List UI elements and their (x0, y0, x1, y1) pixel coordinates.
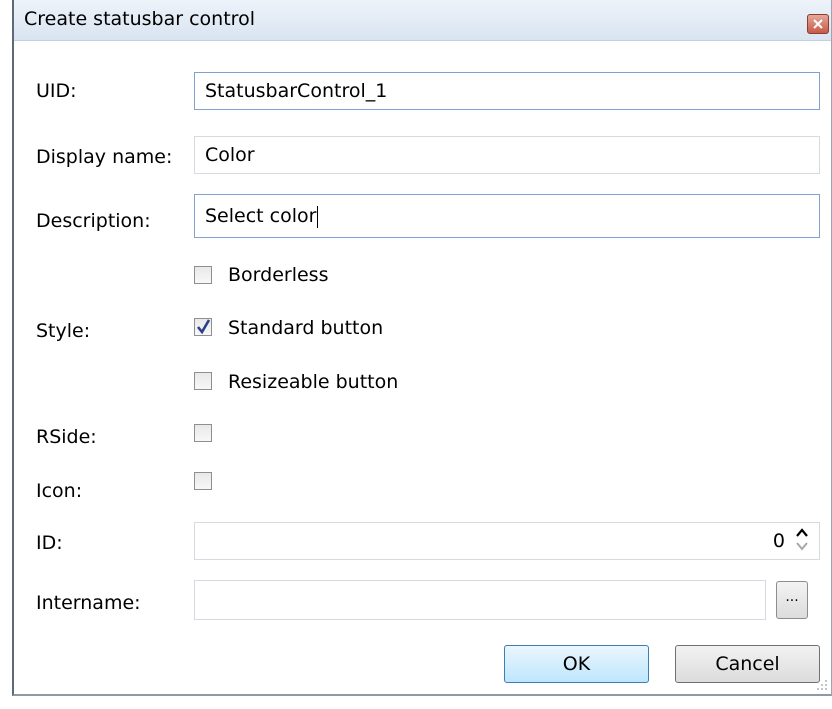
ok-button[interactable]: OK (504, 645, 649, 683)
resizeable-button-label: Resizeable button (228, 371, 399, 393)
id-numeric-input[interactable] (194, 522, 820, 560)
cancel-button[interactable]: Cancel (675, 645, 820, 683)
display-name-label: Display name: (36, 146, 173, 168)
title-bar: Create statusbar control (14, 0, 831, 41)
intername-label: Intername: (36, 592, 141, 614)
intername-input[interactable] (194, 580, 766, 620)
create-statusbar-control-dialog: Create statusbar control UID: StatusbarC… (12, 0, 832, 696)
description-label: Description: (36, 210, 151, 232)
borderless-label: Borderless (228, 264, 329, 286)
browse-button[interactable]: ... (776, 581, 808, 619)
close-button[interactable] (807, 14, 829, 34)
description-input[interactable]: Select color (194, 194, 820, 238)
borderless-checkbox[interactable] (194, 266, 212, 284)
close-icon (813, 19, 823, 29)
checkmark-icon (196, 319, 211, 335)
description-value: Select color (205, 205, 317, 227)
style-label: Style: (36, 320, 91, 342)
rside-checkbox[interactable] (194, 424, 212, 442)
standard-button-label: Standard button (228, 317, 384, 339)
resize-grip-icon[interactable] (815, 678, 829, 692)
uid-input[interactable]: StatusbarControl_1 (194, 72, 820, 110)
icon-checkbox[interactable] (194, 472, 212, 490)
id-label: ID: (36, 532, 63, 554)
resizeable-button-checkbox[interactable] (194, 372, 212, 390)
display-name-input[interactable]: Color (194, 136, 820, 174)
spin-down-icon[interactable] (796, 541, 808, 551)
standard-button-checkbox[interactable] (194, 318, 212, 336)
rside-label: RSide: (36, 426, 97, 448)
window-title: Create statusbar control (24, 8, 255, 30)
icon-label: Icon: (36, 480, 83, 502)
id-value: 0 (772, 530, 785, 552)
spin-up-icon[interactable] (796, 528, 808, 538)
uid-label: UID: (36, 80, 77, 102)
